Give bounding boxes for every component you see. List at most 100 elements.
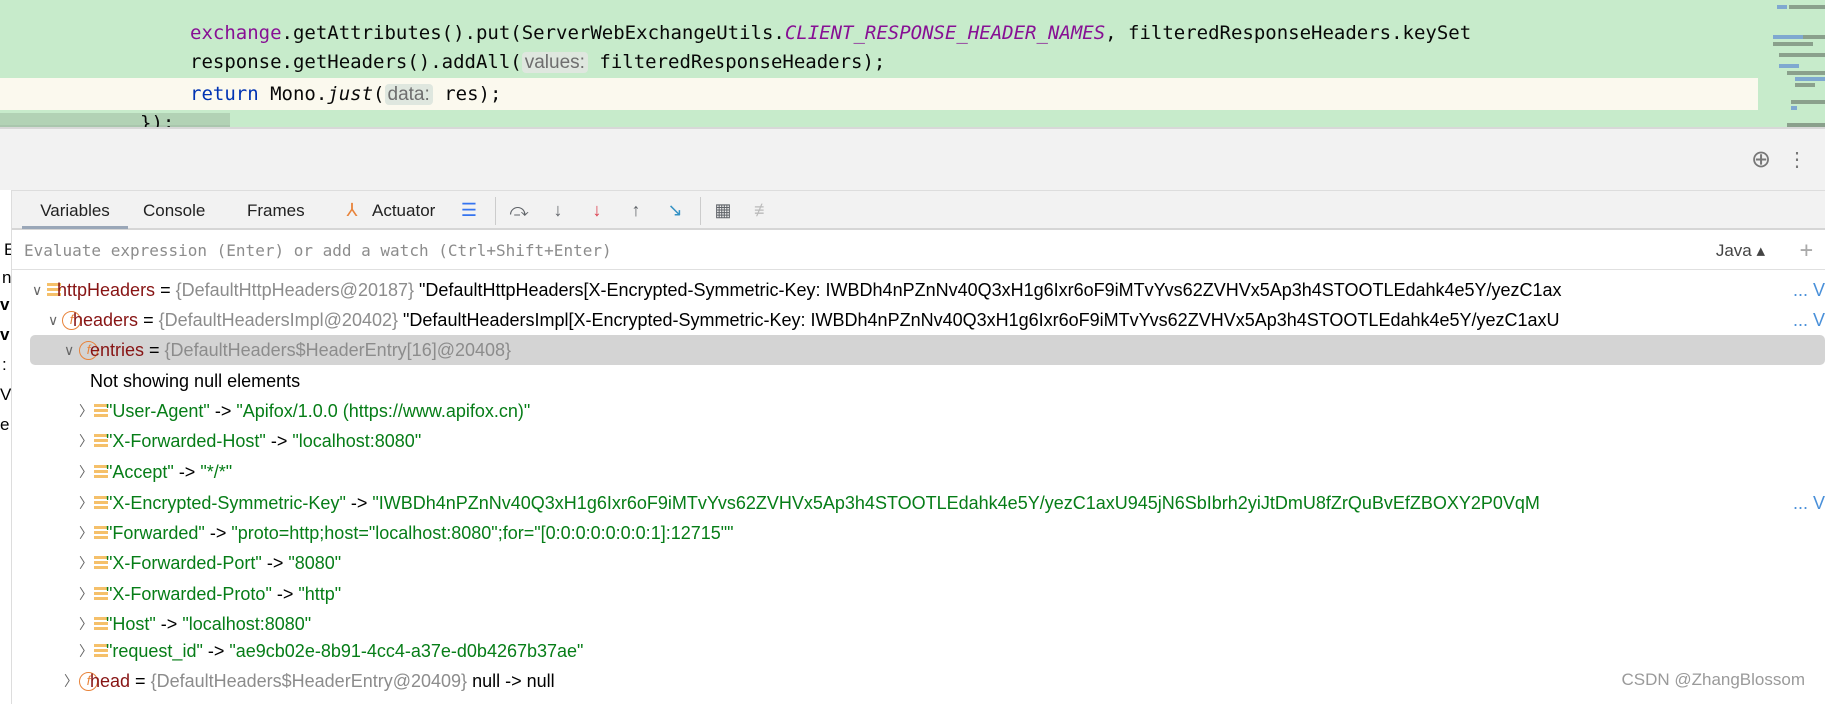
fragment: v	[0, 295, 10, 314]
actuator-icon: ⅄	[346, 200, 358, 220]
chevron-right-icon[interactable]: 〉	[79, 518, 93, 548]
entry-key: "X-Forwarded-Proto"	[106, 584, 272, 604]
entry-value: "localhost:8080"	[182, 614, 312, 634]
debug-toolbar: Variables Console Frames ⅄ Actuator ☰ ⤼ …	[12, 190, 1825, 230]
watermark: CSDN @ZhangBlossom	[1621, 670, 1805, 689]
tree-node[interactable]: ∨ f headers = {DefaultHeadersImpl@20402} "…	[12, 305, 1825, 335]
parameter-hint: data:	[384, 84, 433, 105]
equals: =	[130, 671, 151, 691]
arrow: ->	[173, 462, 201, 482]
more-icon[interactable]: ⋮	[1786, 149, 1808, 171]
fragment: :	[2, 355, 7, 374]
language-selector[interactable]: Java ▴	[1716, 232, 1765, 270]
tree-node[interactable]: 〉 "User-Agent" -> "Apifox/1.0.0 (https://…	[12, 396, 1825, 426]
var-type: {DefaultHeaders$HeaderEntry@20409}	[150, 671, 468, 691]
expand-value-link[interactable]: ... V	[1790, 305, 1825, 335]
var-name: head	[90, 671, 131, 691]
chevron-right-icon[interactable]: 〉	[64, 666, 78, 696]
chevron-right-icon[interactable]: 〉	[79, 579, 93, 609]
tab-variables[interactable]: Variables	[22, 191, 128, 229]
entry-value: "ae9cb02e-8b91-4cc4-a37e-d0b4267b37ae"	[229, 641, 584, 661]
expand-value-link[interactable]: ... V	[1790, 488, 1825, 518]
tree-node[interactable]: 〉 "Host" -> "localhost:8080"	[12, 609, 1825, 639]
entry-key: "User-Agent"	[106, 401, 210, 421]
fragment: V	[0, 385, 12, 404]
tree-node[interactable]: 〉 "X-Forwarded-Port" -> "8080"	[12, 548, 1825, 578]
evaluate-expression-input[interactable]: Evaluate expression (Enter) or add a wat…	[12, 232, 1825, 270]
chevron-right-icon[interactable]: 〉	[79, 457, 93, 487]
entry-value: "http"	[298, 584, 342, 604]
chevron-down-icon[interactable]: ∨	[48, 305, 62, 335]
force-step-into-icon[interactable]: ↓	[586, 199, 608, 221]
tree-node[interactable]: 〉 "Forwarded" -> "proto=http;host="localh…	[12, 518, 1825, 548]
code-minimap[interactable]	[1765, 0, 1825, 127]
note-text: Not showing null elements	[90, 371, 301, 391]
tree-node[interactable]: 〉 "X-Forwarded-Proto" -> "http"	[12, 579, 1825, 609]
chevron-right-icon[interactable]: 〉	[79, 488, 93, 518]
entry-key: "Host"	[106, 614, 156, 634]
step-over-icon[interactable]: ⤼	[508, 199, 530, 221]
step-into-icon[interactable]: ↓	[547, 199, 569, 221]
tree-node[interactable]: ∨ f entries = {DefaultHeaders$HeaderEntry[…	[30, 335, 1825, 365]
fold-bar	[0, 113, 230, 127]
tree-node[interactable]: ∨ httpHeaders = {DefaultHttpHeaders@20187…	[12, 275, 1825, 305]
trace-off-icon[interactable]: ≢	[752, 199, 774, 221]
arrow: ->	[202, 641, 230, 661]
entry-value: "IWBDh4nPZnNv40Q3xH1g6Ixr6oF9iMTvYvs62ZV…	[372, 493, 1540, 513]
fragment: n	[2, 268, 12, 287]
fragment: E	[4, 240, 11, 260]
chevron-right-icon[interactable]: 〉	[79, 636, 93, 666]
evaluate-placeholder: Evaluate expression (Enter) or add a wat…	[24, 241, 612, 260]
equals: =	[144, 340, 165, 360]
tree-node[interactable]: 〉 f head = {DefaultHeaders$HeaderEntry@204…	[12, 666, 1825, 696]
tab-frames[interactable]: Frames	[247, 191, 305, 229]
arrow: ->	[271, 584, 299, 604]
entry-key: "Accept"	[106, 462, 174, 482]
arrow: ->	[345, 493, 373, 513]
var-name: entries	[90, 340, 145, 360]
divider	[495, 197, 496, 225]
entry-value: "Apifox/1.0.0 (https://www.apifox.cn)"	[236, 401, 531, 421]
left-panel-edge: E n v v : V e	[0, 190, 12, 704]
step-out-icon[interactable]: ↑	[625, 199, 647, 221]
entry-key: "X-Forwarded-Port"	[106, 553, 262, 573]
tree-note: Not showing null elements	[12, 366, 1825, 396]
chevron-right-icon[interactable]: 〉	[79, 426, 93, 456]
add-watch-icon[interactable]: +	[1800, 232, 1813, 270]
equals: =	[138, 310, 159, 330]
evaluate-icon[interactable]: ▦	[712, 199, 734, 221]
code-line: return Mono.just(data: res);	[190, 83, 502, 105]
expand-value-link[interactable]: ... V	[1790, 275, 1825, 305]
arrow: ->	[155, 614, 183, 634]
parameter-hint: values:	[521, 52, 588, 73]
tree-node[interactable]: 〉 "X-Encrypted-Symmetric-Key" -> "IWBDh4n…	[12, 488, 1825, 518]
equals: =	[155, 280, 176, 300]
fragment: v	[0, 325, 10, 344]
var-type: {DefaultHeadersImpl@20402}	[158, 310, 399, 330]
entry-key: "Forwarded"	[106, 523, 205, 543]
target-icon[interactable]: ⊕	[1750, 148, 1772, 172]
var-value: "DefaultHeadersImpl[X-Encrypted-Symmetri…	[403, 310, 1560, 330]
chevron-right-icon[interactable]: 〉	[79, 396, 93, 426]
arrow: ->	[204, 523, 232, 543]
chevron-right-icon[interactable]: 〉	[79, 609, 93, 639]
tab-actuator[interactable]: Actuator	[372, 191, 435, 229]
entry-key: "X-Encrypted-Symmetric-Key"	[106, 493, 346, 513]
tab-console[interactable]: Console	[143, 191, 205, 229]
arrow: ->	[261, 553, 289, 573]
var-value: null -> null	[472, 671, 555, 691]
tree-node[interactable]: 〉 "request_id" -> "ae9cb02e-8b91-4cc4-a37…	[12, 636, 1825, 666]
code-line: });	[140, 112, 175, 127]
list-icon[interactable]: ☰	[458, 199, 480, 221]
chevron-down-icon[interactable]: ∨	[64, 335, 78, 365]
fragment: e	[0, 415, 10, 434]
tree-node[interactable]: 〉 "X-Forwarded-Host" -> "localhost:8080"	[12, 426, 1825, 456]
code-line: exchange.getAttributes().put(ServerWebEx…	[190, 22, 1472, 44]
arrow: ->	[265, 431, 293, 451]
run-to-cursor-icon[interactable]: ↘	[664, 199, 686, 221]
code-editor[interactable]: exchange.getAttributes().put(ServerWebEx…	[0, 0, 1825, 127]
chevron-down-icon[interactable]: ∨	[32, 275, 46, 305]
entry-value: "8080"	[288, 553, 342, 573]
chevron-right-icon[interactable]: 〉	[79, 548, 93, 578]
tree-node[interactable]: 〉 "Accept" -> "*/*"	[12, 457, 1825, 487]
